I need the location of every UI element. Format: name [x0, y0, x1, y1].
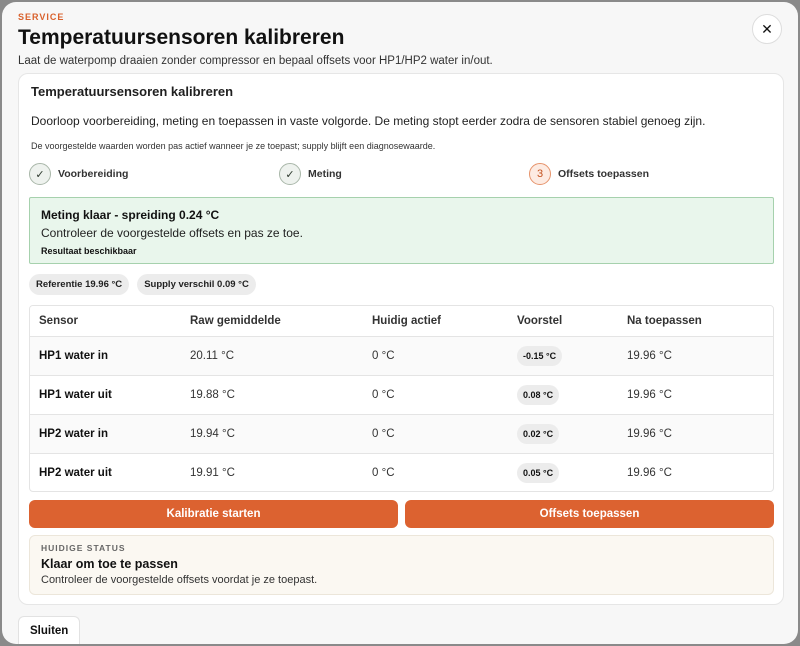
status-text: Controleer de voorgestelde offsets voord… [41, 574, 318, 586]
after-cell: 19.96 °C [618, 414, 773, 454]
sensor-cell: HP1 water in [30, 336, 181, 376]
card-note: De voorgestelde waarden worden pas actie… [31, 141, 436, 151]
card-title: Temperatuursensoren kalibreren [31, 84, 234, 99]
step-label: Meting [308, 168, 342, 180]
current-cell: 0 °C [363, 375, 508, 415]
proposal-cell: 0.02 °C [508, 414, 618, 454]
column-header-current: Huidig actief [363, 306, 508, 337]
modal-header: SERVICE Temperatuursensoren kalibreren L… [18, 12, 782, 67]
start-calibration-button[interactable]: Kalibratie starten [29, 500, 398, 528]
status-panel: HUIDIGE STATUS Klaar om toe te passen Co… [29, 535, 774, 595]
close-button[interactable]: ✕ [752, 14, 782, 44]
check-icon: ✓ [29, 163, 51, 185]
column-header-raw: Raw gemiddelde [181, 306, 363, 337]
calibration-card: Temperatuursensoren kalibreren Doorloop … [18, 73, 784, 605]
proposal-cell: 0.08 °C [508, 375, 618, 415]
proposal-badge: 0.02 °C [517, 423, 560, 444]
sensor-cell: HP1 water uit [30, 375, 181, 415]
apply-offsets-button[interactable]: Offsets toepassen [405, 500, 774, 528]
raw-cell: 20.11 °C [181, 336, 363, 376]
modal-subtitle: Laat de waterpomp draaien zonder compres… [18, 55, 493, 67]
summary-chips: Referentie 19.96 °C Supply verschil 0.09… [29, 274, 256, 295]
modal-title: Temperatuursensoren kalibreren [18, 26, 345, 49]
raw-cell: 19.91 °C [190, 466, 235, 479]
card-description: Doorloop voorbereiding, meting en toepas… [31, 114, 706, 128]
calibration-modal: SERVICE Temperatuursensoren kalibreren L… [2, 2, 798, 644]
current-cell: 0 °C [363, 414, 508, 454]
check-icon: ✓ [279, 163, 301, 185]
proposal-badge: -0.15 °C [517, 345, 563, 366]
sensor-cell: HP2 water uit [39, 466, 112, 479]
result-banner: Meting klaar - spreiding 0.24 °C Control… [29, 197, 774, 264]
column-header-after: Na toepassen [618, 306, 773, 337]
proposal-badge: 0.08 °C [517, 384, 560, 405]
modal-eyebrow: SERVICE [18, 12, 65, 22]
table-row: HP1 water uit 19.88 °C 0 °C 0.08 °C 19.9… [30, 375, 773, 415]
after-cell: 19.96 °C [618, 375, 773, 415]
close-footer-button[interactable]: Sluiten [18, 616, 81, 644]
step-label: Offsets toepassen [558, 168, 650, 180]
supply-chip: Supply verschil 0.09 °C [137, 274, 256, 295]
current-cell: 0 °C [363, 336, 508, 376]
column-header-proposal: Voorstel [508, 306, 618, 337]
column-header-sensor: Sensor [30, 306, 181, 337]
result-badge: Resultaat beschikbaar [41, 246, 137, 256]
step-offsets-toepassen: 3 Offsets toepassen [529, 163, 649, 185]
table-row: HP1 water in 20.11 °C 0 °C -0.15 °C 19.9… [30, 336, 773, 376]
step-meting: ✓ Meting [279, 163, 342, 185]
raw-cell: 19.94 °C [181, 414, 363, 454]
current-cell: 0 °C [372, 466, 395, 479]
raw-cell: 19.88 °C [181, 375, 363, 415]
proposal-cell: -0.15 °C [508, 336, 618, 376]
table-row: HP2 water in 19.94 °C 0 °C 0.02 °C 19.96… [30, 414, 773, 454]
after-cell: 19.96 °C [627, 466, 672, 479]
close-icon: ✕ [761, 20, 773, 37]
proposal-badge: 0.05 °C [517, 462, 560, 483]
table-row: HP2 water uit 19.91 °C 0 °C 0.05 °C 19.9… [30, 453, 773, 491]
after-cell: 19.96 °C [618, 336, 773, 376]
reference-chip: Referentie 19.96 °C [29, 274, 130, 295]
result-title: Meting klaar - spreiding 0.24 °C [41, 208, 220, 222]
status-title: Klaar om toe te passen [41, 557, 178, 571]
step-voorbereiding: ✓ Voorbereiding [29, 163, 128, 185]
stepper: ✓ Voorbereiding ✓ Meting 3 Offsets toepa… [29, 163, 773, 189]
result-text: Controleer de voorgestelde offsets en pa… [41, 226, 303, 240]
step-number: 3 [529, 163, 551, 185]
table-header-row: Sensor Raw gemiddelde Huidig actief Voor… [30, 306, 773, 337]
status-eyebrow: HUIDIGE STATUS [41, 543, 126, 553]
offsets-table: Sensor Raw gemiddelde Huidig actief Voor… [29, 305, 774, 492]
proposal-cell: 0.05 °C [508, 453, 618, 491]
sensor-cell: HP2 water in [30, 414, 181, 454]
step-label: Voorbereiding [58, 168, 129, 180]
